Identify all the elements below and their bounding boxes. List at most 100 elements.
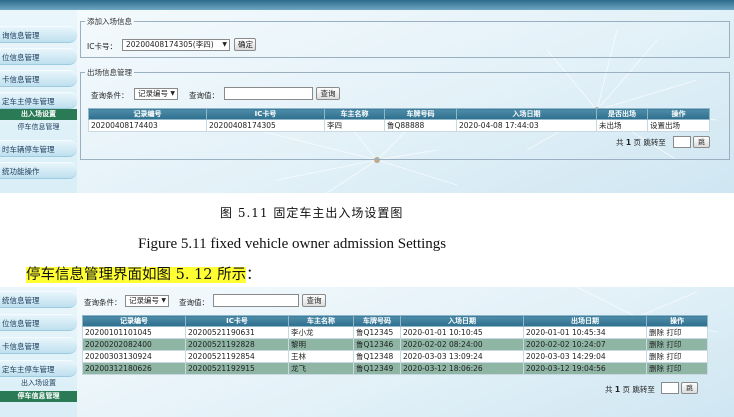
cell-plate: 鲁Q12349 <box>353 362 401 375</box>
query-value-input[interactable] <box>213 294 299 307</box>
query-cond-selected: 记录编号 <box>129 296 159 305</box>
cell-plate: 鲁Q12348 <box>353 350 401 363</box>
cell-plate: 鲁Q88888 <box>384 119 457 132</box>
parking-table: 记录编号 IC卡号 车主名称 车牌号码 入场日期 出场日期 操作 2020010… <box>82 315 708 375</box>
table-row: 20200312180626 20200521192915 龙飞 鲁Q12349… <box>82 362 708 375</box>
sidebar-item-temp-vehicle[interactable]: 时车辆停车管理 <box>0 140 77 157</box>
cell-plate: 鲁Q12345 <box>353 326 401 339</box>
sidebar-sub-parking-info[interactable]: 停车信息管理 <box>0 122 77 133</box>
cell-entry-date: 2020-03-12 18:06:26 <box>400 362 524 375</box>
cell-record-no: 20200303130924 <box>82 350 186 363</box>
cell-exit-date: 2020-01-01 10:45:34 <box>523 326 647 339</box>
print-link[interactable]: 打印 <box>666 328 681 337</box>
cell-entry-date: 2020-03-03 13:09:24 <box>400 350 524 363</box>
highlighted-text: 停车信息管理界面如图 5. 12 所示 <box>26 267 247 283</box>
delete-link[interactable]: 删除 <box>649 340 664 349</box>
cell-owner: 龙飞 <box>288 362 354 375</box>
cell-action: 删除 打印 <box>646 350 708 363</box>
ic-card-select[interactable]: 20200408174305(李四) ▼ <box>122 39 230 51</box>
col-record-no: 记录编号 <box>82 315 186 327</box>
table-row: 20200303130924 20200521192854 王林 鲁Q12348… <box>82 350 708 363</box>
cell-ic-card: 20200521192828 <box>185 338 289 351</box>
entry-legend: 添加入场信息 <box>87 17 132 26</box>
query-cond-selected: 记录编号 <box>138 89 168 98</box>
cell-owner: 黎明 <box>288 338 354 351</box>
sidebar-item-system[interactable]: 统功能操作 <box>0 162 77 179</box>
query-value-label: 查询值： <box>179 298 209 307</box>
pager: 共 1 页 跳转至 <box>605 384 655 395</box>
cell-owner: 李四 <box>324 119 385 132</box>
print-link[interactable]: 打印 <box>666 352 681 361</box>
cell-ic-card: 20200521192915 <box>185 362 289 375</box>
paragraph-tail: ： <box>246 267 261 283</box>
page-jump-input[interactable] <box>661 382 679 394</box>
print-link[interactable]: 打印 <box>666 364 681 373</box>
pager-suffix: 页 跳转至 <box>633 138 666 147</box>
sidebar-item-spaces[interactable]: 位信息管理 <box>0 314 77 331</box>
cell-ic-card: 20200521190631 <box>185 326 289 339</box>
confirm-button[interactable]: 确定 <box>234 38 256 51</box>
query-button[interactable]: 查询 <box>316 87 340 100</box>
pager-prefix: 共 <box>605 385 613 394</box>
query-button[interactable]: 查询 <box>302 294 326 307</box>
query-cond-label: 查询条件： <box>91 91 129 100</box>
cell-ic-card: 20200408174305 <box>206 119 325 132</box>
body-paragraph: 停车信息管理界面如图 5. 12 所示： <box>26 263 261 284</box>
query-value-input[interactable] <box>224 87 313 100</box>
sidebar: 统信息管理 位信息管理 卡信息管理 定车主停车管理 出入场设置 停车信息管理 <box>0 287 77 417</box>
page-jump-input[interactable] <box>673 136 691 148</box>
sidebar-sub-entry-exit[interactable]: 出入场设置 <box>0 378 77 389</box>
title-bar <box>0 0 734 10</box>
sidebar-item-fixed-owner[interactable]: 定车主停车管理 <box>0 92 77 109</box>
query-cond-select[interactable]: 记录编号 ▼ <box>125 295 169 307</box>
cell-ic-card: 20200521192854 <box>185 350 289 363</box>
cell-owner: 王林 <box>288 350 354 363</box>
delete-link[interactable]: 删除 <box>649 328 664 337</box>
chevron-down-icon: ▼ <box>161 297 166 304</box>
col-record-no: 记录编号 <box>88 108 207 120</box>
col-ic-card: IC卡号 <box>185 315 289 327</box>
bottom-screenshot: 统信息管理 位信息管理 卡信息管理 定车主停车管理 出入场设置 停车信息管理 查… <box>0 287 734 417</box>
sidebar-item-cards[interactable]: 卡信息管理 <box>0 337 77 354</box>
sidebar-item-spaces[interactable]: 位信息管理 <box>0 48 77 65</box>
col-ic-card: IC卡号 <box>206 108 325 120</box>
cell-owner: 李小龙 <box>288 326 354 339</box>
sidebar-item-system-info[interactable]: 统信息管理 <box>0 291 77 308</box>
query-cond-select[interactable]: 记录编号 ▼ <box>134 88 178 100</box>
cell-entry-date: 2020-01-01 10:10:45 <box>400 326 524 339</box>
sidebar-item-cards[interactable]: 卡信息管理 <box>0 70 77 87</box>
sidebar-sub-parking-info[interactable]: 停车信息管理 <box>0 391 77 402</box>
pager: 共 1 页 跳转至 <box>616 137 666 148</box>
col-exit-date: 出场日期 <box>523 315 647 327</box>
cell-record-no: 20200408174403 <box>88 119 207 132</box>
col-action: 操作 <box>647 108 710 120</box>
cell-plate: 鲁Q12346 <box>353 338 401 351</box>
page-jump-button[interactable]: 跳 <box>693 136 710 148</box>
print-link[interactable]: 打印 <box>666 340 681 349</box>
main-panel: 添加入场信息 IC卡号： 20200408174305(李四) ▼ 确定 出场信… <box>77 10 734 193</box>
sidebar-item-query[interactable]: 询信息管理 <box>0 26 77 43</box>
top-screenshot: 询信息管理 位信息管理 卡信息管理 定车主停车管理 出入场设置 停车信息管理 时… <box>0 0 734 193</box>
pager-count: 1 <box>625 138 632 147</box>
sidebar-item-fixed-owner[interactable]: 定车主停车管理 <box>0 360 77 377</box>
ic-card-label: IC卡号： <box>87 42 117 51</box>
ic-card-selected: 20200408174305(李四) <box>126 40 214 49</box>
set-exit-link[interactable]: 设置出场 <box>647 119 710 132</box>
cell-exit-date: 2020-03-12 19:04:56 <box>523 362 647 375</box>
chevron-down-icon: ▼ <box>170 90 175 97</box>
delete-link[interactable]: 删除 <box>649 364 664 373</box>
col-exited: 是否出场 <box>596 108 648 120</box>
cell-record-no: 20200312180626 <box>82 362 186 375</box>
pager-prefix: 共 <box>616 138 624 147</box>
table-row: 20200101101045 20200521190631 李小龙 鲁Q1234… <box>82 326 708 339</box>
cell-record-no: 20200101101045 <box>82 326 186 339</box>
table-row: 20200408174403 20200408174305 李四 鲁Q88888… <box>88 119 710 132</box>
col-entry-date: 入场日期 <box>400 315 524 327</box>
col-entry-date: 入场日期 <box>456 108 597 120</box>
page-jump-button[interactable]: 跳 <box>681 382 698 394</box>
delete-link[interactable]: 删除 <box>649 352 664 361</box>
chevron-down-icon: ▼ <box>222 41 227 48</box>
cell-record-no: 20200202082400 <box>82 338 186 351</box>
cell-action: 删除 打印 <box>646 326 708 339</box>
sidebar-sub-entry-exit[interactable]: 出入场设置 <box>0 109 77 120</box>
